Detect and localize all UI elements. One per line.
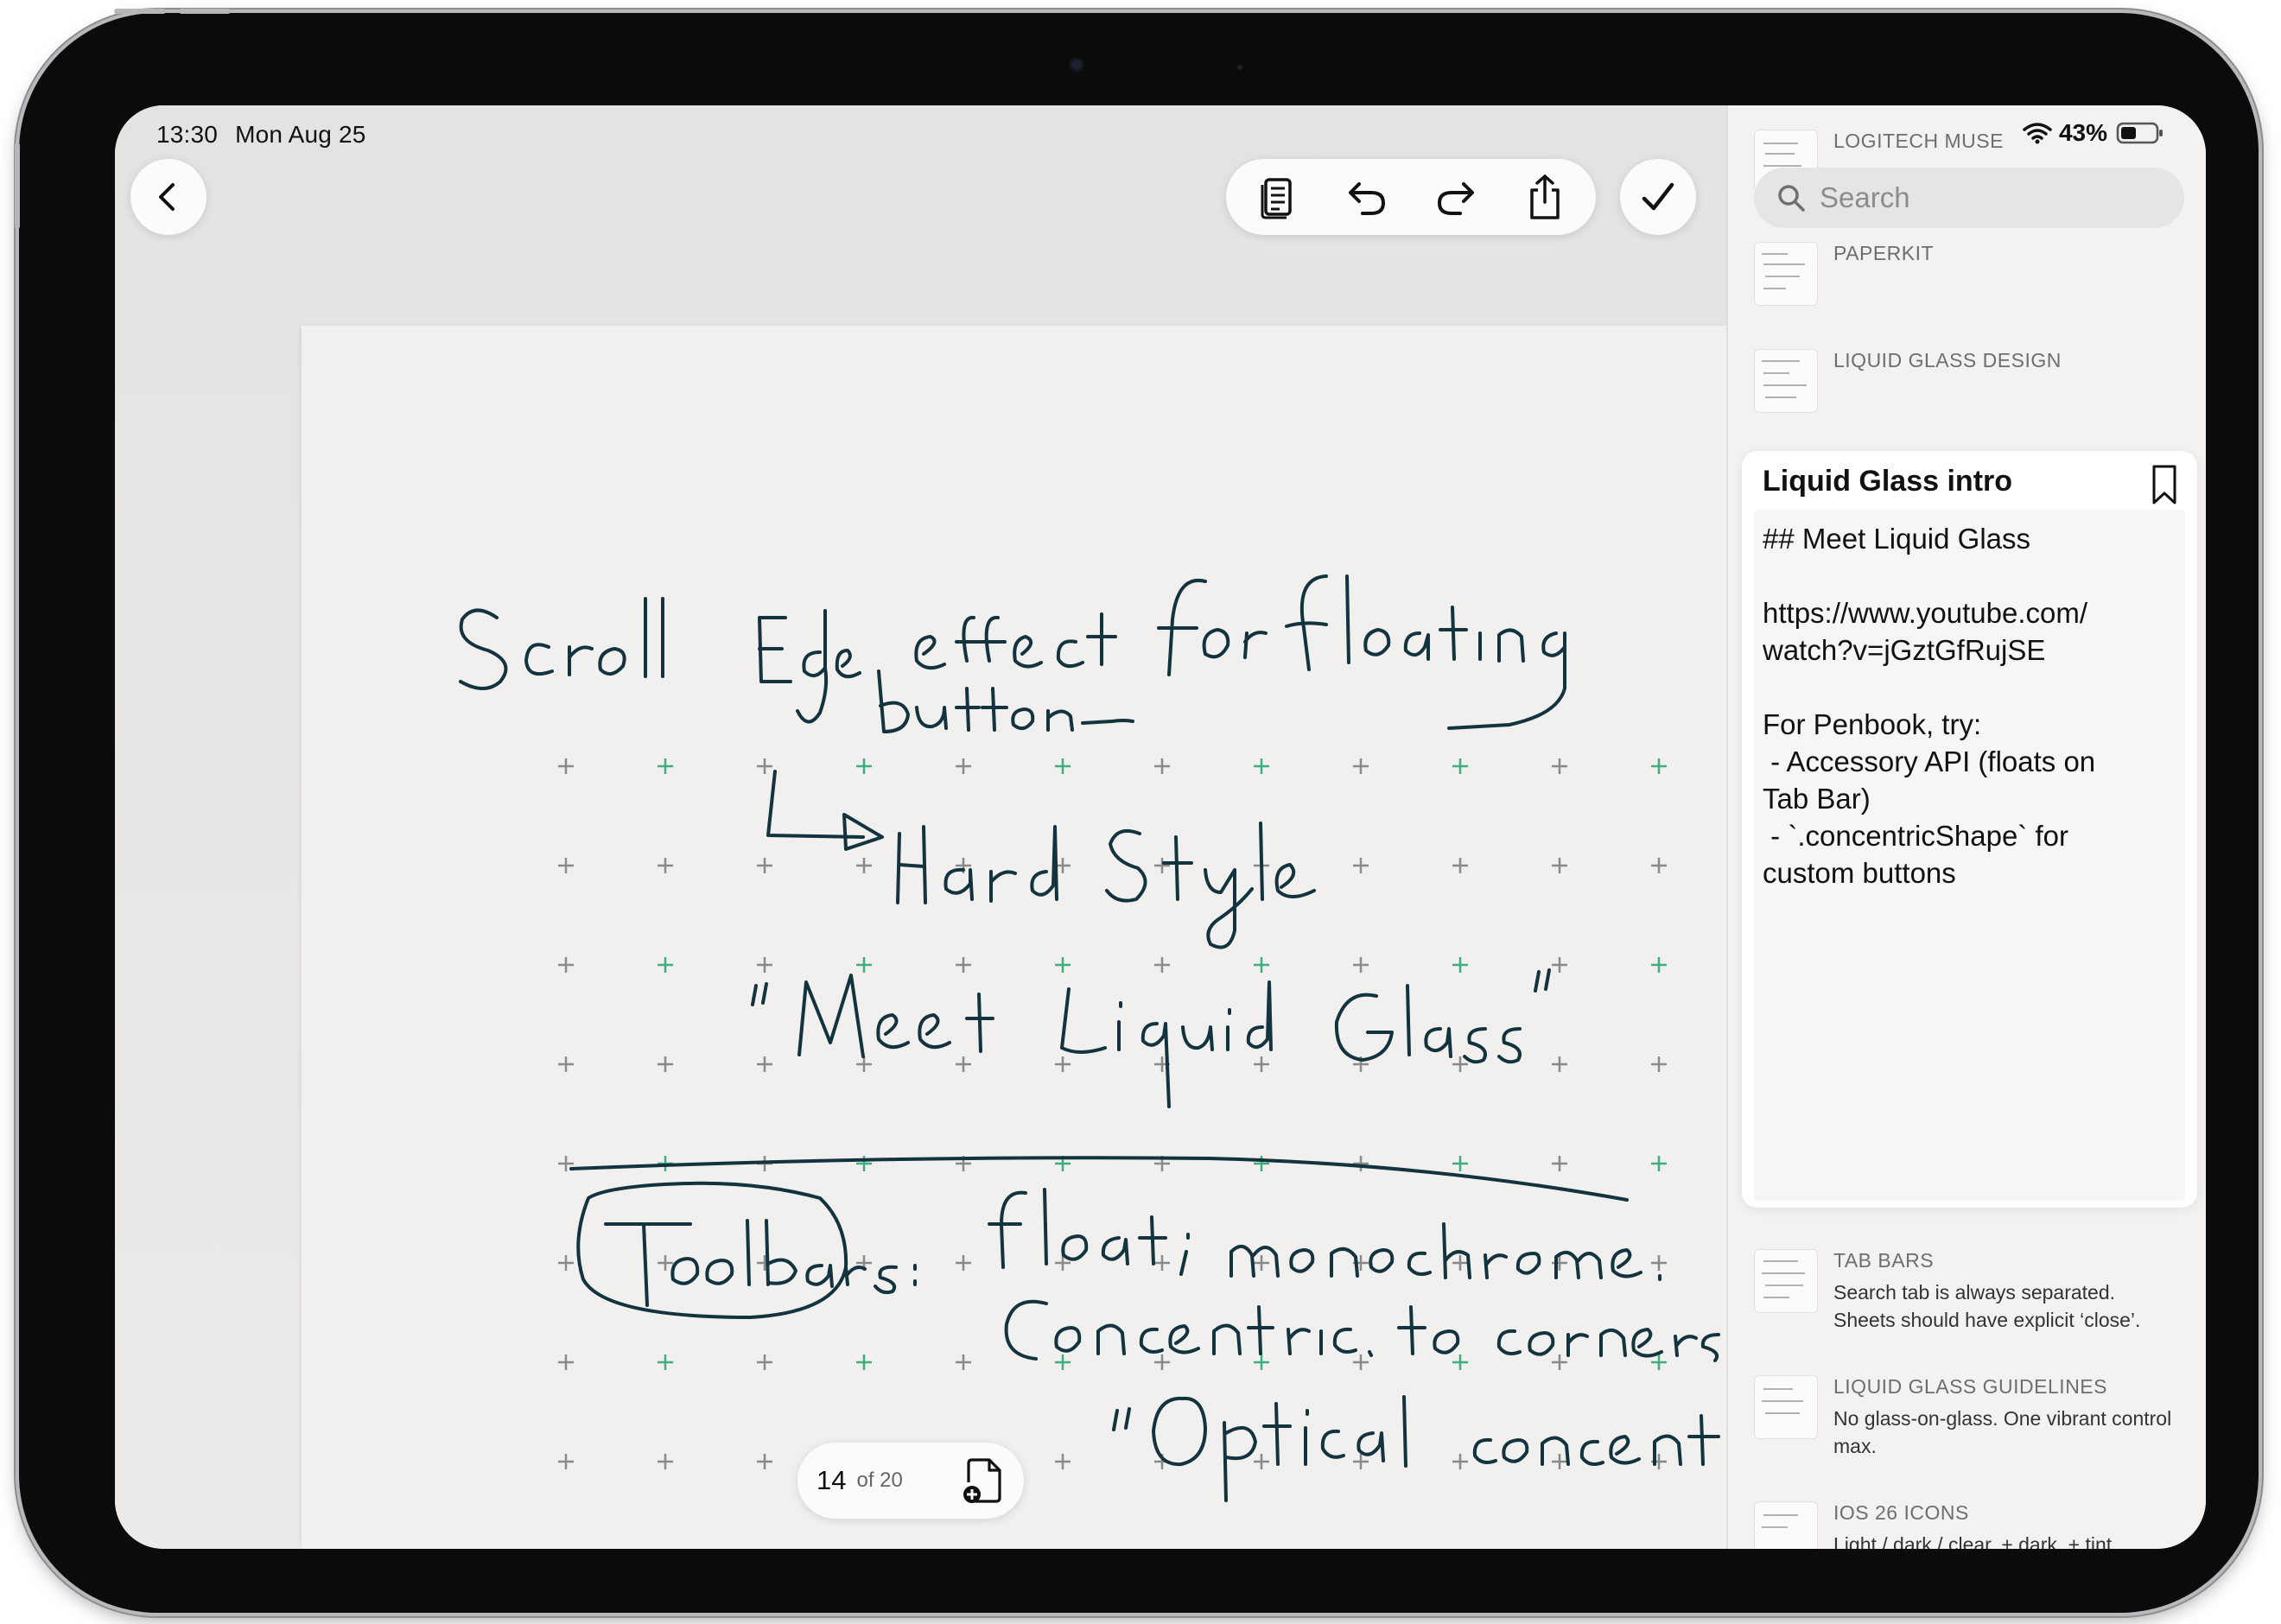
- bookmark-icon[interactable]: [2147, 463, 2182, 506]
- note-title: LOGITECH MUSE: [1833, 130, 2004, 152]
- ink-word-optical: [1152, 1396, 1207, 1467]
- ink-word-edge: [758, 616, 792, 683]
- note-title: LIQUID GLASS DESIGN: [1833, 349, 2062, 371]
- handwriting-ink: Scroll Edge effect for floating buttons …: [459, 574, 1720, 1502]
- note-title: PAPERKIT: [1833, 242, 1935, 264]
- screen: 13:30 Mon Aug 25 14 of 20 43% LOGITECH M…: [115, 105, 2206, 1549]
- note-title: TAB BARS: [1833, 1249, 1935, 1272]
- ink-quote-close: [1534, 968, 1551, 993]
- add-page-button[interactable]: [958, 1455, 1010, 1507]
- selected-note-card[interactable]: Liquid Glass intro ## Meet Liquid Glass …: [1742, 451, 2197, 1208]
- ipad-frame: 13:30 Mon Aug 25 14 of 20 43% LOGITECH M…: [15, 9, 2259, 1613]
- battery-percent: 43%: [2058, 119, 2107, 146]
- note-page[interactable]: Scroll Edge effect for floating buttons …: [302, 326, 1727, 1549]
- ink-word-effect: [914, 635, 946, 670]
- note-thumbnail: [1754, 242, 1818, 306]
- notes-sidebar: 43% LOGITECH MUSE Search PAPERKIT LIQUID…: [1726, 105, 2206, 1549]
- ink-divider: [569, 1156, 1629, 1202]
- volume-up-button: [114, 9, 166, 14]
- ink-word-float: [988, 1190, 1027, 1269]
- canvas-area[interactable]: 13:30 Mon Aug 25 14 of 20: [115, 105, 1727, 1549]
- add-page-icon: [963, 1458, 1001, 1503]
- done-button[interactable]: [1620, 159, 1696, 235]
- ink-quote-open: [751, 982, 768, 1006]
- search-placeholder: Search: [1820, 181, 1910, 213]
- note-subtitle: Light / dark / clear. + dark. + tint: [1833, 1533, 2113, 1549]
- selected-note-body[interactable]: ## Meet Liquid Glass https://www.youtube…: [1754, 510, 2185, 1201]
- ink-word-monochrome: [1229, 1245, 1280, 1278]
- page-number: 14: [816, 1465, 847, 1495]
- status-time: 13:30 Mon Aug 25: [156, 121, 366, 148]
- ink-word-liquid: [1060, 987, 1107, 1054]
- back-button[interactable]: [130, 159, 206, 235]
- ink-word-to: [1397, 1305, 1426, 1355]
- selected-note-title: Liquid Glass intro: [1763, 465, 2013, 498]
- share-icon: [1529, 174, 1560, 219]
- note-title: IOS 26 ICONS: [1833, 1501, 1969, 1524]
- undo-button[interactable]: [1339, 169, 1395, 225]
- volume-down-button: [179, 9, 231, 14]
- page-indicator[interactable]: 14 of 20: [797, 1443, 1024, 1519]
- ink-box: [576, 1181, 848, 1319]
- share-button[interactable]: [1517, 169, 1573, 225]
- top-button: [15, 143, 20, 229]
- note-thumbnail: [1754, 349, 1818, 413]
- redo-icon: [1437, 182, 1474, 215]
- ink-quote-open-2: [1112, 1407, 1131, 1431]
- wifi-icon: [2023, 123, 2052, 144]
- ink-arrow: [766, 770, 884, 851]
- page-total: of 20: [856, 1469, 903, 1492]
- ink-word-scroll: [459, 608, 508, 690]
- note-thumbnail: [1754, 1249, 1818, 1313]
- ink-word-style: [1105, 829, 1147, 903]
- note-thumbnail: [1754, 1501, 1818, 1549]
- toolbar: [1226, 159, 1596, 235]
- ink-word-meet: [797, 974, 865, 1058]
- redo-button[interactable]: [1428, 169, 1484, 225]
- ink-word-concentricity: [1472, 1437, 1497, 1464]
- ink-word-hard: [896, 825, 927, 904]
- ink-word-toolbars: [604, 1222, 692, 1307]
- selected-note-text: ## Meet Liquid Glass https://www.youtube…: [1763, 523, 2096, 889]
- front-camera: [1071, 60, 1082, 70]
- sensor: [1237, 65, 1242, 70]
- search-field[interactable]: Search: [1754, 168, 2184, 228]
- battery-icon: [2116, 122, 2163, 144]
- note-thumbnail: [1754, 1375, 1818, 1439]
- page-icon: [1261, 178, 1292, 219]
- ink-word-buttons: [877, 669, 910, 733]
- checkmark-icon: [1642, 182, 1674, 211]
- note-subtitle: No glass-on-glass. One vibrant control m…: [1833, 1407, 2172, 1457]
- page-view-button[interactable]: [1250, 169, 1306, 225]
- search-icon: [1778, 185, 1805, 212]
- ink-word-concentric: [1004, 1299, 1048, 1361]
- status-right: 43%: [2023, 119, 2164, 147]
- undo-icon: [1348, 182, 1385, 215]
- ink-word-glass: [1334, 993, 1394, 1062]
- note-subtitle: Search tab is always separated. Sheets s…: [1833, 1281, 2141, 1331]
- chevron-left-icon: [159, 183, 175, 211]
- ink-word-floating: [1285, 574, 1328, 671]
- ink-word-corners: [1496, 1329, 1522, 1355]
- ink-word-for: [1157, 578, 1207, 676]
- note-title: LIQUID GLASS GUIDELINES: [1833, 1375, 2107, 1398]
